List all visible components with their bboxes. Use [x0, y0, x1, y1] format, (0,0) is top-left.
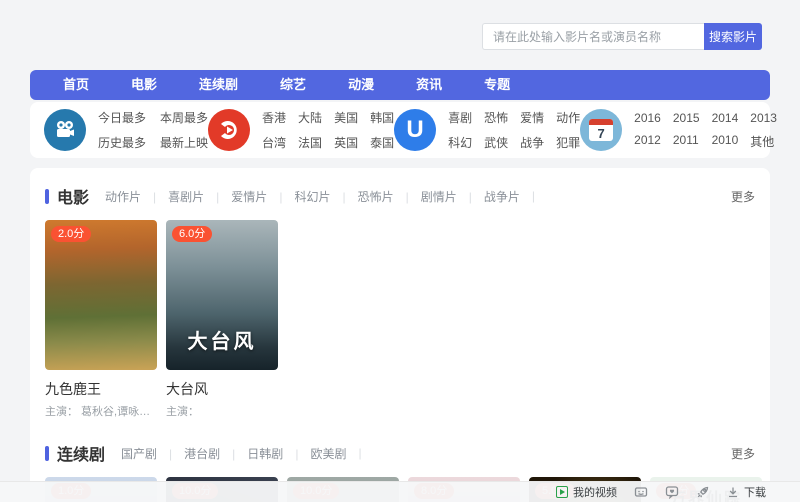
- nav-item-anime[interactable]: 动漫: [327, 70, 395, 100]
- series-more-link[interactable]: 更多: [731, 445, 755, 462]
- rating-badge: 2.0分: [51, 226, 91, 242]
- nav-item-series[interactable]: 连续剧: [178, 70, 259, 100]
- year-link[interactable]: 2014: [712, 111, 739, 125]
- section-accent-bar: [45, 446, 49, 461]
- nav-item-topics[interactable]: 专题: [463, 70, 531, 100]
- series-section-header: 连续剧 国产剧 港台剧 日韩剧 欧美剧 更多: [45, 441, 755, 465]
- main-nav: 首页 电影 连续剧 综艺 动漫 资讯 专题: [30, 70, 770, 100]
- nav-item-movies[interactable]: 电影: [110, 70, 178, 100]
- movies-card-row: 2.0分 九色鹿王 主演： 葛秋谷,谭咏雯,徐... 6.0分 大台风 大台风 …: [45, 220, 755, 419]
- rocket-icon[interactable]: [696, 485, 710, 499]
- genre-link[interactable]: 恐怖: [484, 109, 508, 126]
- year-link[interactable]: 其他: [750, 133, 777, 150]
- play-circle-icon: [208, 109, 250, 151]
- calendar-day: 7: [598, 126, 605, 141]
- region-link[interactable]: 大陆: [298, 109, 322, 126]
- section-accent-bar: [45, 189, 49, 204]
- year-link[interactable]: 2010: [712, 133, 739, 150]
- search-input[interactable]: [482, 23, 704, 50]
- top-bar: 搜索影片: [0, 0, 800, 70]
- series-section-title: 连续剧: [57, 441, 105, 465]
- filter-group-region: 香港 大陆 美国 韩国 台湾 法国 英国 泰国: [208, 109, 394, 151]
- year-link[interactable]: 2016: [634, 111, 661, 125]
- movies-section-title: 电影: [57, 184, 89, 208]
- movies-section-header: 电影 动作片 喜剧片 爱情片 科幻片 恐怖片 剧情片 战争片 更多: [45, 184, 755, 208]
- projector-icon: [44, 109, 86, 151]
- download-button[interactable]: 下载: [727, 484, 766, 500]
- rank-link[interactable]: 本周最多: [160, 109, 208, 126]
- genre-link[interactable]: 爱情: [520, 109, 544, 126]
- search-box: 搜索影片: [482, 23, 762, 50]
- region-link[interactable]: 台湾: [262, 134, 286, 151]
- genre-link[interactable]: 科幻: [448, 134, 472, 151]
- genre-link[interactable]: 喜剧: [448, 109, 472, 126]
- series-tab-hktw[interactable]: 港台剧: [157, 445, 220, 462]
- filter-panel: 今日最多 本周最多 历史最多 最新上映 香港 大陆 美国 韩国 台湾 法国 英国…: [30, 102, 770, 158]
- movies-tab-war[interactable]: 战争片: [457, 188, 520, 205]
- year-link[interactable]: 2015: [673, 111, 700, 125]
- movie-title[interactable]: 大台风: [166, 379, 278, 399]
- region-link[interactable]: 香港: [262, 109, 286, 126]
- nav-item-news[interactable]: 资讯: [395, 70, 463, 100]
- download-icon: [727, 486, 739, 498]
- series-tab-western[interactable]: 欧美剧: [283, 445, 346, 462]
- movies-tab-horror[interactable]: 恐怖片: [330, 188, 393, 205]
- region-link[interactable]: 韩国: [370, 109, 394, 126]
- movie-card[interactable]: 6.0分 大台风 大台风 主演：: [166, 220, 278, 419]
- filter-group-year: 7 2016 2015 2014 2013 2012 2011 2010 其他: [580, 109, 777, 151]
- movie-poster[interactable]: 2.0分: [45, 220, 157, 370]
- movie-title[interactable]: 九色鹿王: [45, 379, 157, 399]
- browser-bottom-toolbar: 我的视频 下载: [0, 481, 800, 502]
- genre-link[interactable]: 犯罪: [556, 134, 580, 151]
- movies-tab-comedy[interactable]: 喜剧片: [141, 188, 204, 205]
- calendar-icon: 7: [580, 109, 622, 151]
- genre-link[interactable]: 动作: [556, 109, 580, 126]
- poster-title-text: 大台风: [166, 325, 278, 354]
- rating-badge: 6.0分: [172, 226, 212, 242]
- series-tab-jpkr[interactable]: 日韩剧: [220, 445, 283, 462]
- movie-poster[interactable]: 6.0分 大台风: [166, 220, 278, 370]
- movie-card[interactable]: 2.0分 九色鹿王 主演： 葛秋谷,谭咏雯,徐...: [45, 220, 157, 419]
- u-letter-icon: U: [394, 109, 436, 151]
- content-panel: 电影 动作片 喜剧片 爱情片 科幻片 恐怖片 剧情片 战争片 更多 2.0分 九…: [30, 168, 770, 492]
- play-icon: [556, 486, 568, 498]
- year-link[interactable]: 2011: [673, 133, 700, 150]
- movies-tab-scifi[interactable]: 科幻片: [267, 188, 330, 205]
- series-tabs: 国产剧 港台剧 日韩剧 欧美剧: [121, 445, 374, 462]
- screenshot-icon[interactable]: [634, 485, 648, 499]
- search-button[interactable]: 搜索影片: [704, 23, 762, 50]
- movie-cast: 主演： 葛秋谷,谭咏雯,徐...: [45, 403, 157, 419]
- movies-tabs: 动作片 喜剧片 爱情片 科幻片 恐怖片 剧情片 战争片: [105, 188, 547, 205]
- download-label: 下载: [744, 484, 766, 500]
- rank-link[interactable]: 历史最多: [98, 134, 146, 151]
- heart-bubble-icon[interactable]: [665, 485, 679, 499]
- movie-cast: 主演：: [166, 403, 278, 419]
- movies-tab-drama[interactable]: 剧情片: [394, 188, 457, 205]
- filter-group-rank: 今日最多 本周最多 历史最多 最新上映: [44, 109, 208, 151]
- nav-item-variety[interactable]: 综艺: [259, 70, 327, 100]
- series-tab-domestic[interactable]: 国产剧: [121, 445, 157, 462]
- rank-link[interactable]: 今日最多: [98, 109, 146, 126]
- movies-tab-romance[interactable]: 爱情片: [204, 188, 267, 205]
- year-link[interactable]: 2012: [634, 133, 661, 150]
- region-link[interactable]: 美国: [334, 109, 358, 126]
- movies-more-link[interactable]: 更多: [731, 188, 755, 205]
- my-videos-label: 我的视频: [573, 484, 617, 500]
- region-link[interactable]: 英国: [334, 134, 358, 151]
- region-link[interactable]: 法国: [298, 134, 322, 151]
- movies-tab-action[interactable]: 动作片: [105, 188, 141, 205]
- year-link[interactable]: 2013: [750, 111, 777, 125]
- filter-group-genre: U 喜剧 恐怖 爱情 动作 科幻 武侠 战争 犯罪: [394, 109, 580, 151]
- nav-item-home[interactable]: 首页: [42, 70, 110, 100]
- region-link[interactable]: 泰国: [370, 134, 394, 151]
- genre-link[interactable]: 武侠: [484, 134, 508, 151]
- my-videos-button[interactable]: 我的视频: [556, 484, 617, 500]
- rank-link[interactable]: 最新上映: [160, 134, 208, 151]
- genre-link[interactable]: 战争: [520, 134, 544, 151]
